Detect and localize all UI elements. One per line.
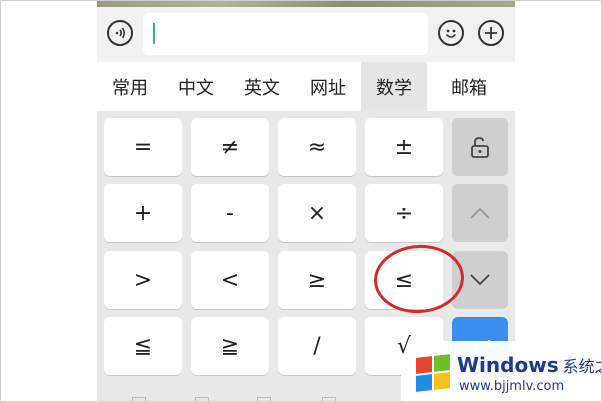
watermark-url: www.bjjmlv.com [459, 379, 565, 394]
watermark: Windows系统之家 www.bjjmlv.com [401, 341, 601, 401]
text-cursor [153, 23, 155, 44]
tab-url[interactable]: 网址 [295, 62, 361, 111]
watermark-title-text: Windows [457, 353, 559, 377]
message-input-bar [97, 7, 515, 62]
scroll-up-key[interactable] [452, 184, 508, 242]
tab-english[interactable]: 英文 [229, 62, 295, 111]
tab-common[interactable]: 常用 [97, 62, 163, 111]
key-divide[interactable]: ÷ [365, 184, 443, 242]
nav-back-icon[interactable] [132, 397, 146, 401]
lock-toggle-key[interactable] [452, 118, 508, 176]
key-approx[interactable]: ≈ [278, 118, 356, 176]
nav-menu-icon[interactable] [322, 397, 336, 401]
plus-icon[interactable] [478, 20, 504, 46]
tab-chinese[interactable]: 中文 [163, 62, 229, 111]
windows-logo-icon [416, 354, 452, 392]
nav-home-icon[interactable] [195, 397, 209, 401]
key-plus-minus[interactable]: ± [365, 118, 443, 176]
emoji-icon[interactable] [438, 20, 464, 46]
unlock-icon [471, 137, 489, 158]
tab-math[interactable]: 数学 [361, 62, 427, 111]
key-not-equal[interactable]: ≠ [191, 118, 269, 176]
symbol-category-tabs: 常用 中文 英文 网址 数学 邮箱 [97, 62, 515, 111]
key-greater-equal-alt[interactable]: ≧ [191, 317, 269, 375]
key-multiply[interactable]: × [278, 184, 356, 242]
watermark-brand: 系统之家 [562, 357, 601, 376]
key-greater-than[interactable]: > [104, 251, 182, 309]
message-input[interactable] [143, 13, 428, 55]
nav-recent-icon[interactable] [257, 397, 271, 401]
key-slash[interactable]: / [278, 317, 356, 375]
key-minus[interactable]: - [191, 184, 269, 242]
key-less-equal-alt[interactable]: ≦ [104, 317, 182, 375]
key-equals[interactable]: = [104, 118, 182, 176]
key-greater-equal[interactable]: ≥ [278, 251, 356, 309]
screenshot-frame: 常用 中文 英文 网址 数学 邮箱 = ≠ ≈ ± + - × ÷ > < ≥ … [0, 0, 602, 402]
key-plus[interactable]: + [104, 184, 182, 242]
tab-email[interactable]: 邮箱 [427, 62, 511, 111]
watermark-title: Windows系统之家 [457, 353, 601, 377]
chevron-down-icon [470, 274, 490, 286]
chevron-up-icon [470, 207, 490, 219]
voice-input-icon[interactable] [107, 20, 133, 46]
key-less-than[interactable]: < [191, 251, 269, 309]
